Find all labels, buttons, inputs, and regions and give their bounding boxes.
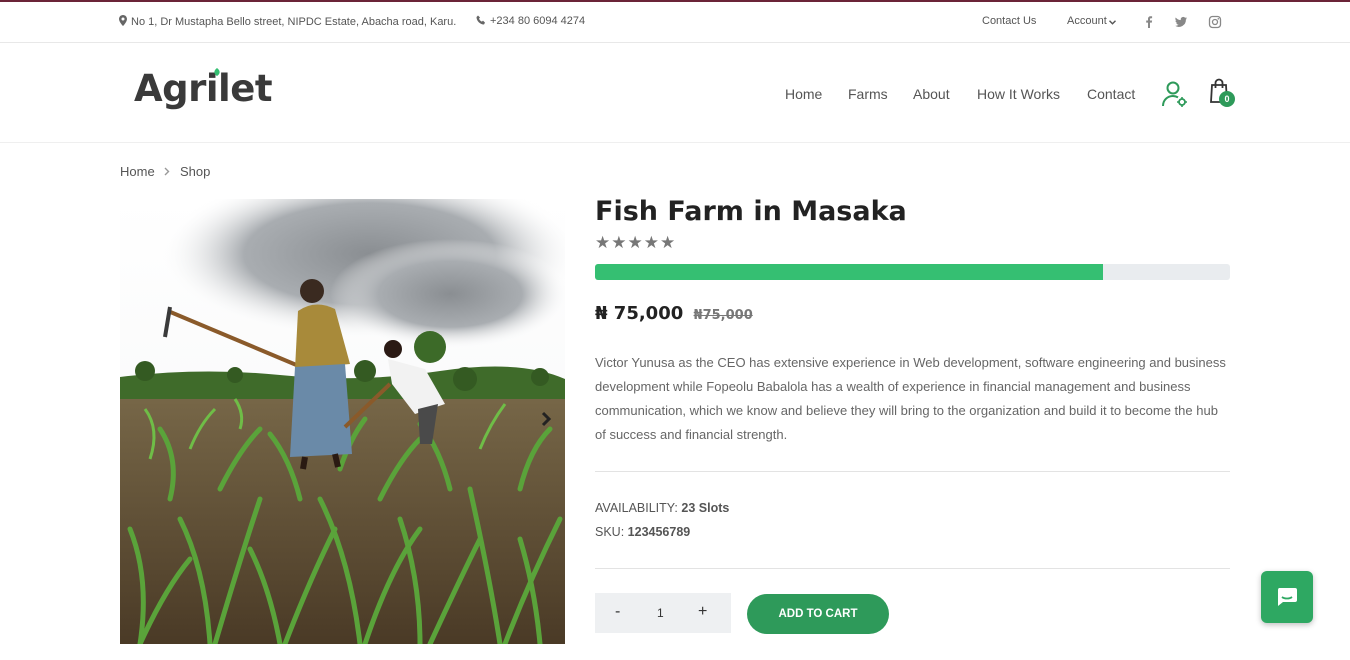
availability: AVAILABILITY: 23 Slots xyxy=(595,501,729,515)
price: ₦ 75,000 ₦75,000 xyxy=(595,303,753,324)
logo[interactable]: Agrilet xyxy=(134,67,273,110)
map-pin-icon xyxy=(119,15,127,26)
rating-stars: ★★★★★ xyxy=(595,233,677,252)
current-price: ₦ 75,000 xyxy=(595,303,684,324)
nav-how-it-works[interactable]: How It Works xyxy=(977,86,1060,102)
sku: SKU: 123456789 xyxy=(595,525,690,539)
chat-widget-button[interactable] xyxy=(1261,571,1313,623)
phone-icon xyxy=(476,15,485,25)
funding-progress-bar xyxy=(595,264,1230,280)
nav-about[interactable]: About xyxy=(913,86,950,102)
product-title: Fish Farm in Masaka xyxy=(595,196,907,227)
breadcrumb: Home Shop xyxy=(120,164,210,179)
chevron-right-icon xyxy=(164,167,170,176)
sku-value: 123456789 xyxy=(627,525,691,539)
address-text: No 1, Dr Mustapha Bello street, NIPDC Es… xyxy=(131,16,457,28)
chevron-down-icon xyxy=(1108,20,1116,25)
product-image xyxy=(120,199,565,644)
instagram-icon[interactable] xyxy=(1208,15,1222,29)
leaf-icon xyxy=(214,68,220,76)
product-description: Victor Yunusa as the CEO has extensive e… xyxy=(595,355,1226,442)
sku-label: SKU: xyxy=(595,525,625,539)
account-dropdown[interactable]: Account xyxy=(1067,15,1116,27)
chat-bubble-icon xyxy=(1277,588,1297,606)
funding-progress-fill xyxy=(595,264,1103,280)
divider xyxy=(595,471,1230,472)
phone-text: +234 80 6094 4274 xyxy=(490,15,586,27)
top-bar: No 1, Dr Mustapha Bello street, NIPDC Es… xyxy=(0,0,1350,43)
old-price: ₦75,000 xyxy=(693,308,753,323)
divider xyxy=(595,568,1230,569)
breadcrumb-home[interactable]: Home xyxy=(120,164,155,179)
cart-count-badge: 0 xyxy=(1219,91,1235,107)
image-next-arrow-icon[interactable] xyxy=(540,410,552,428)
breadcrumb-shop[interactable]: Shop xyxy=(180,164,210,179)
quantity-stepper: - 1 + xyxy=(595,593,731,633)
main-header: Agrilet Home Farms About How It Works Co… xyxy=(0,43,1350,143)
add-to-cart-button[interactable]: ADD TO CART xyxy=(747,594,889,634)
account-label: Account xyxy=(1067,15,1107,27)
qty-value[interactable]: 1 xyxy=(657,606,664,620)
availability-value: 23 Slots xyxy=(681,501,730,515)
nav-home[interactable]: Home xyxy=(785,86,822,102)
facebook-icon[interactable] xyxy=(1142,15,1156,29)
logo-text: Agrilet xyxy=(134,67,273,110)
nav-contact[interactable]: Contact xyxy=(1087,86,1135,102)
farm-photo xyxy=(120,199,565,644)
availability-label: AVAILABILITY: xyxy=(595,501,678,515)
nav-farms[interactable]: Farms xyxy=(848,86,888,102)
user-account-icon[interactable] xyxy=(1161,80,1189,108)
phone: +234 80 6094 4274 xyxy=(476,15,585,27)
qty-increase-button[interactable]: + xyxy=(698,603,707,621)
address: No 1, Dr Mustapha Bello street, NIPDC Es… xyxy=(119,15,456,28)
twitter-icon[interactable] xyxy=(1174,15,1188,29)
contact-us-link[interactable]: Contact Us xyxy=(982,15,1036,27)
qty-decrease-button[interactable]: - xyxy=(615,603,620,621)
